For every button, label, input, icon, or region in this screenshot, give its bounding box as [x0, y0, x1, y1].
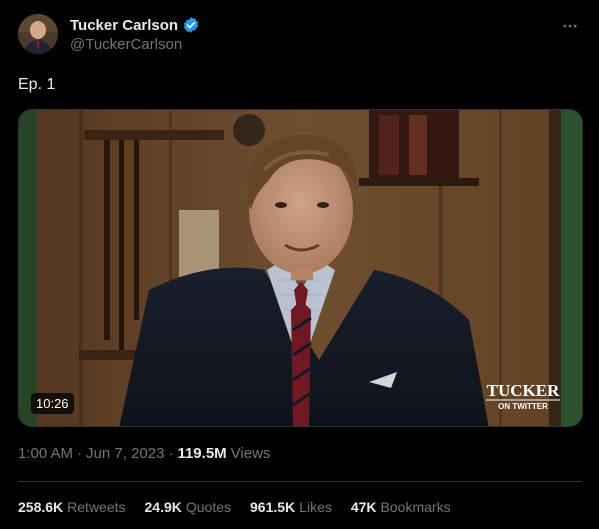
divider	[18, 481, 582, 482]
stat-label: Likes	[299, 499, 332, 515]
more-options-button[interactable]	[558, 14, 582, 38]
ellipsis-icon	[563, 24, 577, 28]
stat-count: 47K	[350, 499, 377, 515]
avatar-image	[18, 14, 58, 54]
tweet-header: Tucker Carlson @TuckerCarlson	[18, 14, 582, 58]
tucker-watermark-logo: TUCKER ON TWITTER	[482, 378, 564, 414]
bookmarks-stat[interactable]: 47K Bookmarks	[351, 499, 451, 515]
meta-separator: ·	[77, 445, 83, 462]
video-player[interactable]: 10:26 TUCKER ON TWITTER	[18, 109, 583, 427]
stat-count: 24.9K	[144, 499, 182, 515]
author-name[interactable]: Tucker Carlson	[70, 17, 178, 34]
author-handle[interactable]: @TuckerCarlson	[70, 36, 182, 53]
stat-label: Retweets	[67, 499, 126, 515]
stat-label: Quotes	[185, 499, 232, 515]
quotes-stat[interactable]: 24.9K Quotes	[145, 499, 232, 515]
views-label: Views	[230, 445, 271, 462]
tweet-date[interactable]: Jun 7, 2023	[86, 445, 164, 462]
views-count: 119.5M	[177, 445, 227, 462]
verified-badge-icon	[182, 16, 200, 34]
svg-text:ON TWITTER: ON TWITTER	[498, 402, 548, 411]
tweet-text: Ep. 1	[18, 76, 56, 93]
stat-label: Bookmarks	[380, 499, 451, 515]
stat-count: 258.6K	[18, 499, 64, 515]
name-row: Tucker Carlson	[70, 16, 200, 34]
avatar[interactable]	[18, 14, 58, 54]
video-duration: 10:26	[31, 393, 74, 414]
likes-stat[interactable]: 961.5K Likes	[250, 499, 332, 515]
tweet-meta: 1:00 AM · Jun 7, 2023 · 119.5M Views	[18, 445, 270, 462]
retweets-stat[interactable]: 258.6K Retweets	[18, 499, 126, 515]
tweet-time[interactable]: 1:00 AM	[18, 445, 73, 462]
stat-count: 961.5K	[250, 499, 296, 515]
svg-text:TUCKER: TUCKER	[487, 381, 560, 400]
meta-separator: ·	[168, 445, 174, 462]
engagement-stats: 258.6K Retweets 24.9K Quotes 961.5K Likes 4…	[18, 499, 451, 515]
